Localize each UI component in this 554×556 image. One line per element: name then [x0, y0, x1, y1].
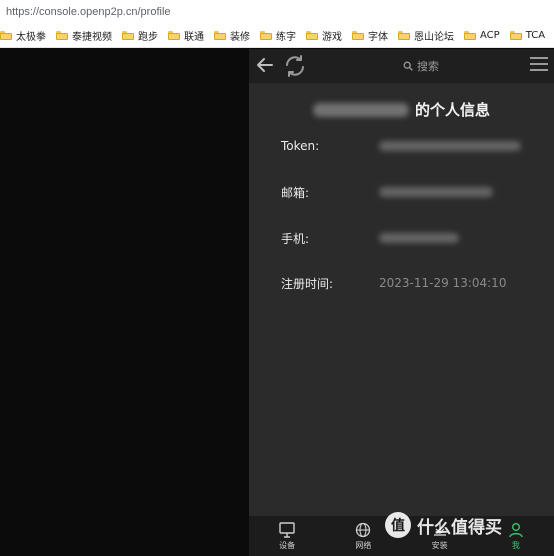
bookmark-item[interactable]: TCA: [509, 30, 545, 41]
globe-icon: [356, 522, 371, 537]
folder-icon: [464, 31, 476, 40]
bookmark-item[interactable]: 游戏: [306, 28, 342, 43]
refresh-icon[interactable]: [283, 54, 307, 78]
email-label: 邮箱:: [281, 185, 310, 200]
search-box[interactable]: 搜索: [403, 58, 439, 74]
username-redacted: [312, 102, 409, 117]
folder-icon: [0, 31, 12, 40]
bookmark-item[interactable]: 恩山论坛: [398, 28, 454, 43]
register-time-label: 注册时间:: [281, 276, 334, 291]
email-value-redacted: [379, 187, 493, 197]
watermark-logo: 值: [385, 512, 411, 538]
folder-icon: [56, 31, 68, 40]
search-icon: [403, 61, 413, 71]
watermark: 值 什么值得买: [385, 512, 502, 538]
profile-title-row: 的个人信息: [249, 99, 554, 120]
folder-icon: [168, 31, 180, 40]
bookmark-item[interactable]: 太极拳: [0, 28, 46, 43]
search-label: 搜索: [417, 60, 439, 73]
nav-devices[interactable]: 设备: [257, 521, 317, 551]
folder-icon: [122, 31, 134, 40]
bookmark-item[interactable]: 字体: [352, 28, 388, 43]
page-title: 的个人信息: [414, 101, 490, 119]
phone-row: 手机:: [281, 228, 541, 248]
back-arrow-icon[interactable]: [255, 55, 275, 75]
bookmark-item[interactable]: 联通: [168, 28, 204, 43]
folder-icon: [260, 31, 272, 40]
profile-app: 搜索 的个人信息 Token: 邮箱: 手机: 注册时间: 2023-11-29…: [249, 49, 554, 556]
folder-icon: [509, 31, 522, 40]
folder-icon: [352, 31, 364, 40]
register-time-value: 2023-11-29 13:04:10: [379, 276, 507, 290]
token-row: Token:: [281, 136, 541, 156]
token-value-redacted: [379, 141, 521, 151]
bookmark-item[interactable]: 装修: [214, 28, 250, 43]
menu-icon[interactable]: [530, 57, 548, 73]
bookmarks-bar: 太极拳 泰捷视频 跑步 联通 装修 练字 游戏 字体 恩山论坛 ACP TCA: [0, 24, 554, 48]
bookmark-item[interactable]: ACP: [464, 30, 500, 41]
folder-icon: [306, 31, 318, 40]
user-icon: [509, 522, 523, 537]
bookmark-item[interactable]: 跑步: [122, 28, 158, 43]
token-label: Token:: [281, 139, 320, 153]
url-text[interactable]: https://console.openp2p.cn/profile: [6, 6, 171, 18]
folder-icon: [398, 31, 410, 40]
register-time-row: 注册时间: 2023-11-29 13:04:10: [281, 273, 541, 293]
bookmark-item[interactable]: 泰捷视频: [56, 28, 112, 43]
empty-page-area: [0, 49, 249, 556]
address-bar[interactable]: https://console.openp2p.cn/profile: [0, 0, 554, 24]
monitor-icon: [279, 521, 295, 538]
email-row: 邮箱:: [281, 182, 541, 202]
phone-label: 手机:: [281, 231, 310, 246]
bookmark-item[interactable]: 练字: [260, 28, 296, 43]
watermark-text: 什么值得买: [417, 517, 502, 538]
phone-value-redacted: [379, 233, 459, 243]
app-header: 搜索: [249, 49, 554, 83]
folder-icon: [214, 31, 226, 40]
